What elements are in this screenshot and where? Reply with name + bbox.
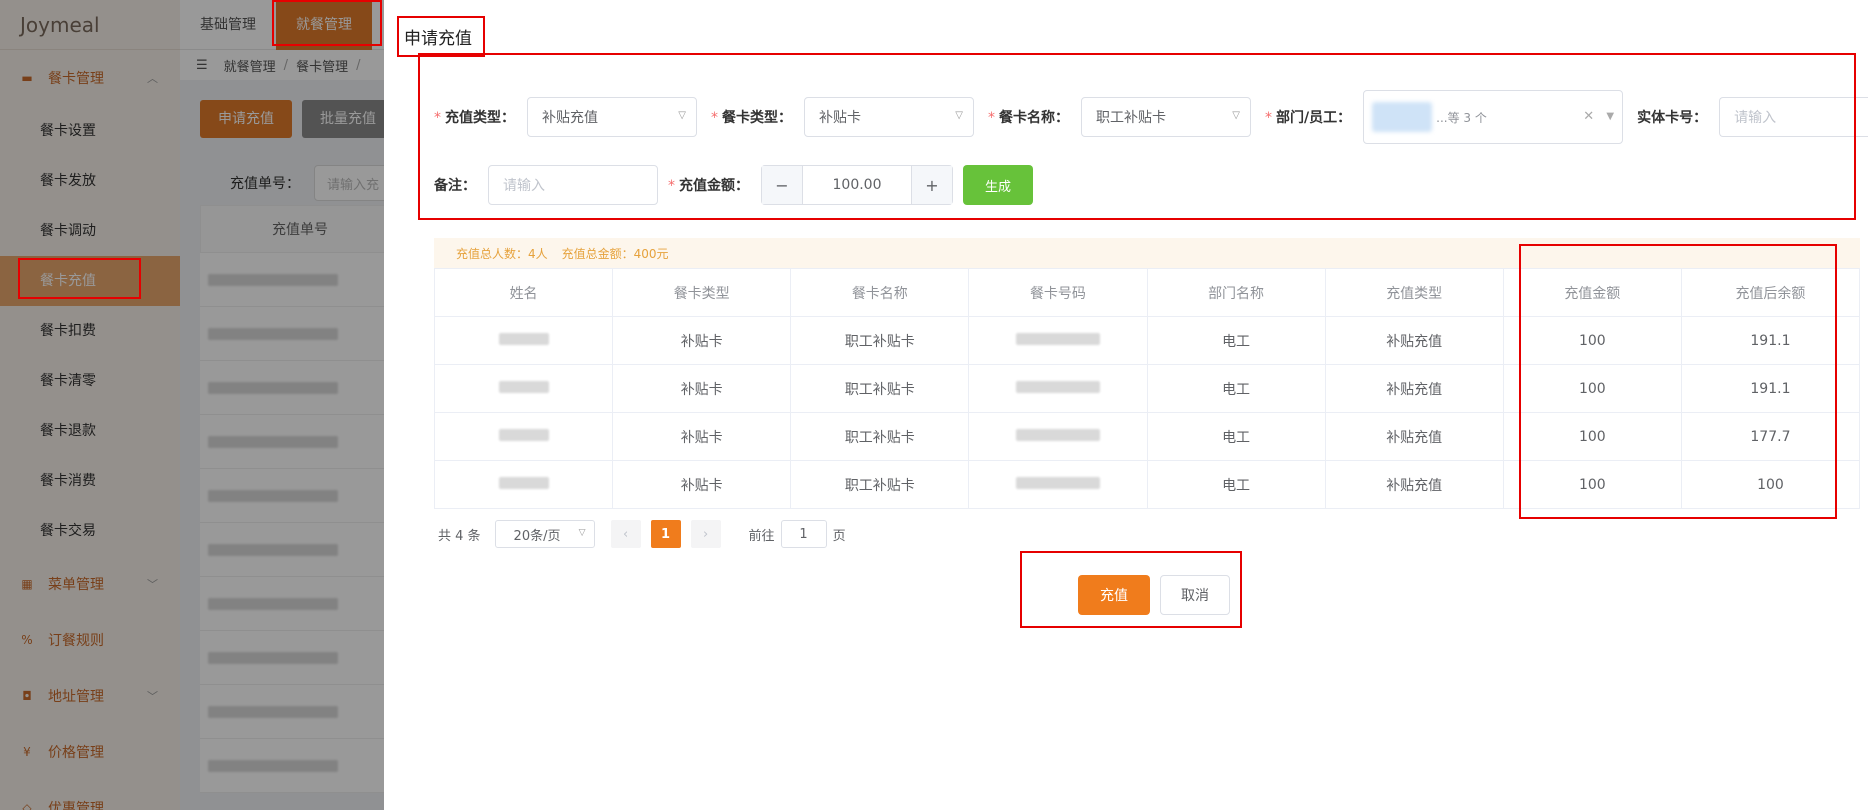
cell-dept: 电工 (1146, 460, 1326, 509)
pager-total: 共 4 条 (438, 528, 481, 544)
col-name: 姓名 (433, 268, 614, 317)
cell-card-number (968, 364, 1148, 413)
goto-prefix: 前往 (748, 528, 775, 544)
cell-card-name: 职工补贴卡 (790, 412, 970, 461)
col-recharge-type: 充值类型 (1324, 268, 1504, 317)
cell-card-name: 职工补贴卡 (790, 364, 970, 413)
cell-card-type: 补贴卡 (612, 364, 792, 413)
annotation-box (418, 53, 1856, 220)
cell-recharge-type: 补贴充值 (1324, 412, 1504, 461)
col-card-name: 餐卡名称 (790, 268, 970, 317)
goto-suffix: 页 (832, 528, 846, 544)
cell-recharge-type: 补贴充值 (1324, 316, 1504, 365)
cell-card-name: 职工补贴卡 (790, 316, 970, 365)
cell-card-type: 补贴卡 (612, 316, 792, 365)
annotation-box (272, 0, 382, 46)
cell-dept: 电工 (1146, 364, 1326, 413)
cell-card-name: 职工补贴卡 (790, 460, 970, 509)
goto-page-input[interactable]: 1 (780, 520, 827, 548)
cell-name (433, 460, 614, 509)
cell-card-type: 补贴卡 (612, 460, 792, 509)
next-page-button[interactable]: › (690, 520, 721, 548)
cell-name (433, 412, 614, 461)
annotation-box (1020, 551, 1242, 628)
col-dept: 部门名称 (1146, 268, 1326, 317)
cell-dept: 电工 (1146, 316, 1326, 365)
cell-card-type: 补贴卡 (612, 412, 792, 461)
summary-total: 充值总金额：400元 (561, 246, 669, 261)
pagination: 共 4 条 20条/页 ▽ ‹ 1 › 前往 1 页 (438, 520, 846, 548)
prev-page-button[interactable]: ‹ (610, 520, 641, 548)
cell-recharge-type: 补贴充值 (1324, 364, 1504, 413)
cell-dept: 电工 (1146, 412, 1326, 461)
annotation-box (1519, 244, 1837, 519)
annotation-box (18, 258, 141, 299)
cell-name (433, 316, 614, 365)
cell-recharge-type: 补贴充值 (1324, 460, 1504, 509)
page-size-select[interactable]: 20条/页 ▽ (494, 520, 595, 548)
page-number-current[interactable]: 1 (650, 520, 681, 548)
cell-name (433, 364, 614, 413)
page-size-value: 20条/页 (513, 528, 561, 544)
col-card-type: 餐卡类型 (612, 268, 792, 317)
cell-card-number (968, 316, 1148, 365)
cell-card-number (968, 412, 1148, 461)
col-card-number: 餐卡号码 (968, 268, 1148, 317)
summary-people: 充值总人数：4人 (456, 246, 548, 261)
annotation-box (397, 16, 485, 57)
chevron-down-icon: ▽ (578, 528, 586, 538)
cell-card-number (968, 460, 1148, 509)
